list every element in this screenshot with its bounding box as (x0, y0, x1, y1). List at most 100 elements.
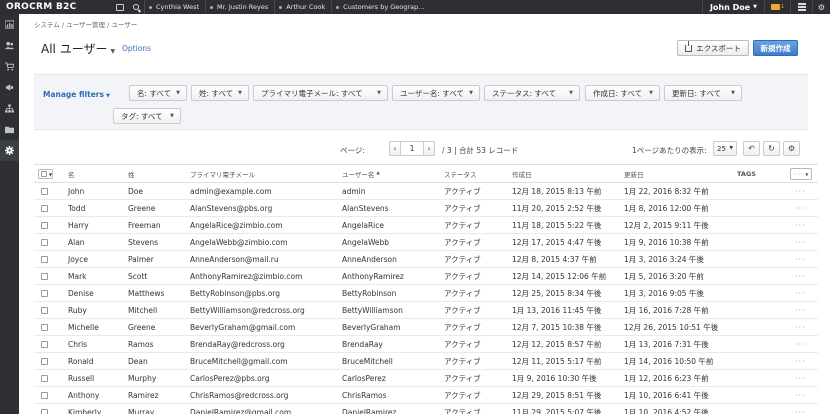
prev-page-button[interactable]: ‹ (389, 141, 401, 156)
search-icon[interactable] (128, 0, 144, 14)
column-header-first-name[interactable]: 名 (68, 165, 75, 182)
row-checkbox[interactable] (41, 272, 48, 280)
grid-actions-menu[interactable]: ··· ▼ (790, 168, 812, 180)
table-row[interactable]: Todd Greene AlanStevens@pbs.org AlanStevens… (34, 200, 818, 217)
row-checkbox[interactable] (41, 306, 48, 314)
filter-primary-email[interactable]: プライマリ電子メール: すべて ▼ (253, 85, 388, 101)
chevron-down-icon: ▼ (238, 90, 242, 96)
refresh-button[interactable]: ↻ (763, 141, 780, 156)
chevron-down-icon: ▼ (170, 113, 174, 119)
filter-last-name[interactable]: 姓: すべて ▼ (191, 85, 249, 101)
app-logo[interactable]: OROCRM B2C (0, 0, 112, 14)
row-actions-button[interactable]: ··· (795, 353, 806, 369)
filter-username[interactable]: ユーザー名: すべて ▼ (392, 85, 480, 101)
manage-filters-button[interactable]: Manage filters ▼ (43, 90, 110, 99)
column-header-created[interactable]: 作成日 (512, 165, 532, 182)
row-actions-button[interactable]: ··· (795, 217, 806, 233)
gear-icon: ⚙ (787, 144, 796, 153)
gear-icon (5, 146, 14, 155)
sidebar-item-marketing[interactable] (0, 77, 19, 98)
sidebar-item-customers[interactable] (0, 35, 19, 56)
pinned-tab[interactable]: Mr. Justin Reyes (205, 0, 274, 14)
pinbar-icon[interactable] (112, 0, 128, 14)
row-checkbox[interactable] (41, 408, 48, 414)
sidebar-item-system[interactable] (0, 140, 19, 161)
options-link[interactable]: Options (122, 44, 151, 53)
next-page-button[interactable]: › (423, 141, 435, 156)
row-checkbox[interactable] (41, 323, 48, 331)
table-row[interactable]: Harry Freeman AngelaRice@zimbio.com AngelaR… (34, 217, 818, 234)
row-actions-button[interactable]: ··· (795, 268, 806, 284)
row-actions-button[interactable]: ··· (795, 387, 806, 403)
top-bar: OROCRM B2C Cynthia West Mr. Justin Reyes… (0, 0, 830, 14)
row-checkbox[interactable] (41, 357, 48, 365)
row-checkbox[interactable] (41, 238, 48, 246)
table-row[interactable]: Kimberly Murray DanielRamirez@gmail.com Dan… (34, 404, 818, 414)
row-actions-button[interactable]: ··· (795, 234, 806, 250)
row-actions-button[interactable]: ··· (795, 404, 806, 414)
row-actions-button[interactable]: ··· (795, 251, 806, 267)
folder-icon (5, 126, 14, 134)
sidebar-item-reports[interactable] (0, 98, 19, 119)
user-menu[interactable]: John Doe ▼ (702, 0, 764, 14)
table-row[interactable]: Joyce Palmer AnneAnderson@mail.ru AnneAnder… (34, 251, 818, 268)
cart-icon (5, 62, 14, 71)
table-row[interactable]: Mark Scott AnthonyRamirez@zimbio.com Anthon… (34, 268, 818, 285)
sidebar-item-dashboard[interactable] (0, 14, 19, 35)
table-row[interactable]: Ruby Mitchell BettyWilliamson@redcross.org… (34, 302, 818, 319)
table-row[interactable]: Anthony Ramirez ChrisRamos@redcross.org Chr… (34, 387, 818, 404)
tab-dot-icon (279, 5, 283, 9)
table-row[interactable]: Ronald Dean BruceMitchell@gmail.com BruceMi… (34, 353, 818, 370)
table-row[interactable]: Chris Ramos BrendaRay@redcross.org BrendaRa… (34, 336, 818, 353)
table-row[interactable]: Russell Murphy CarlosPerez@pbs.org CarlosPe… (34, 370, 818, 387)
pinned-tab[interactable]: Arthur Cook (274, 0, 331, 14)
row-actions-button[interactable]: ··· (795, 336, 806, 352)
menu-icon[interactable] (790, 0, 812, 14)
cell-first-name: Alan (68, 237, 85, 247)
row-actions-button[interactable]: ··· (795, 183, 806, 199)
grid-settings-button[interactable]: ⚙ (783, 141, 800, 156)
column-header-updated[interactable]: 更新日 (624, 165, 644, 182)
filter-status[interactable]: ステータス: すべて ▼ (484, 85, 580, 101)
config-icon[interactable]: ⚙ (812, 0, 830, 14)
sidebar-item-sales[interactable] (0, 56, 19, 77)
row-checkbox[interactable] (41, 340, 48, 348)
row-checkbox[interactable] (41, 391, 48, 399)
filter-first-name[interactable]: 名: すべて ▼ (129, 85, 187, 101)
table-row[interactable]: Alan Stevens AngelaWebb@zimbio.com AngelaWe… (34, 234, 818, 251)
row-actions-button[interactable]: ··· (795, 285, 806, 301)
row-actions-button[interactable]: ··· (795, 200, 806, 216)
row-checkbox[interactable] (41, 187, 48, 195)
pinned-tab[interactable]: Cynthia West (144, 0, 205, 14)
mass-select-checkbox[interactable]: ▼ (38, 169, 53, 179)
table-row[interactable]: Denise Matthews BettyRobinson@pbs.org Betty… (34, 285, 818, 302)
row-checkbox[interactable] (41, 289, 48, 297)
per-page-select[interactable]: 25 ▼ (713, 141, 737, 156)
row-checkbox[interactable] (41, 221, 48, 229)
column-header-email[interactable]: プライマリ電子メール (190, 165, 255, 182)
sidebar-item-activities[interactable] (0, 119, 19, 140)
reset-button[interactable]: ↶ (743, 141, 760, 156)
row-actions-button[interactable]: ··· (795, 370, 806, 386)
pinned-tab[interactable]: Customers by Geograp... (331, 0, 430, 14)
column-header-username[interactable]: ユーザー名 ▲ (342, 165, 380, 182)
filter-created-at[interactable]: 作成日: すべて ▼ (585, 85, 660, 101)
row-actions-button[interactable]: ··· (795, 319, 806, 335)
column-header-status[interactable]: ステータス (444, 165, 477, 182)
export-button[interactable]: エクスポート (677, 40, 749, 56)
row-checkbox[interactable] (41, 204, 48, 212)
filter-tags[interactable]: タグ: すべて ▼ (113, 108, 181, 124)
table-row[interactable]: Michelle Greene BeverlyGraham@gmail.com Bev… (34, 319, 818, 336)
notifications-button[interactable]: 1 (764, 0, 790, 14)
row-actions-button[interactable]: ··· (795, 302, 806, 318)
create-button[interactable]: 新規作成 (753, 40, 798, 56)
cell-username: BettyWilliamson (342, 305, 403, 315)
filter-updated-at[interactable]: 更新日: すべて ▼ (664, 85, 742, 101)
page-title[interactable]: All ユーザー ▼ (41, 40, 115, 57)
row-checkbox[interactable] (41, 255, 48, 263)
row-checkbox[interactable] (41, 374, 48, 382)
page-number-input[interactable]: 1 (401, 141, 423, 156)
table-row[interactable]: John Doe admin@example.com admin アクティブ 12月 18… (34, 183, 818, 200)
cell-email: AngelaRice@zimbio.com (190, 220, 283, 230)
column-header-last-name[interactable]: 姓 (128, 165, 135, 182)
